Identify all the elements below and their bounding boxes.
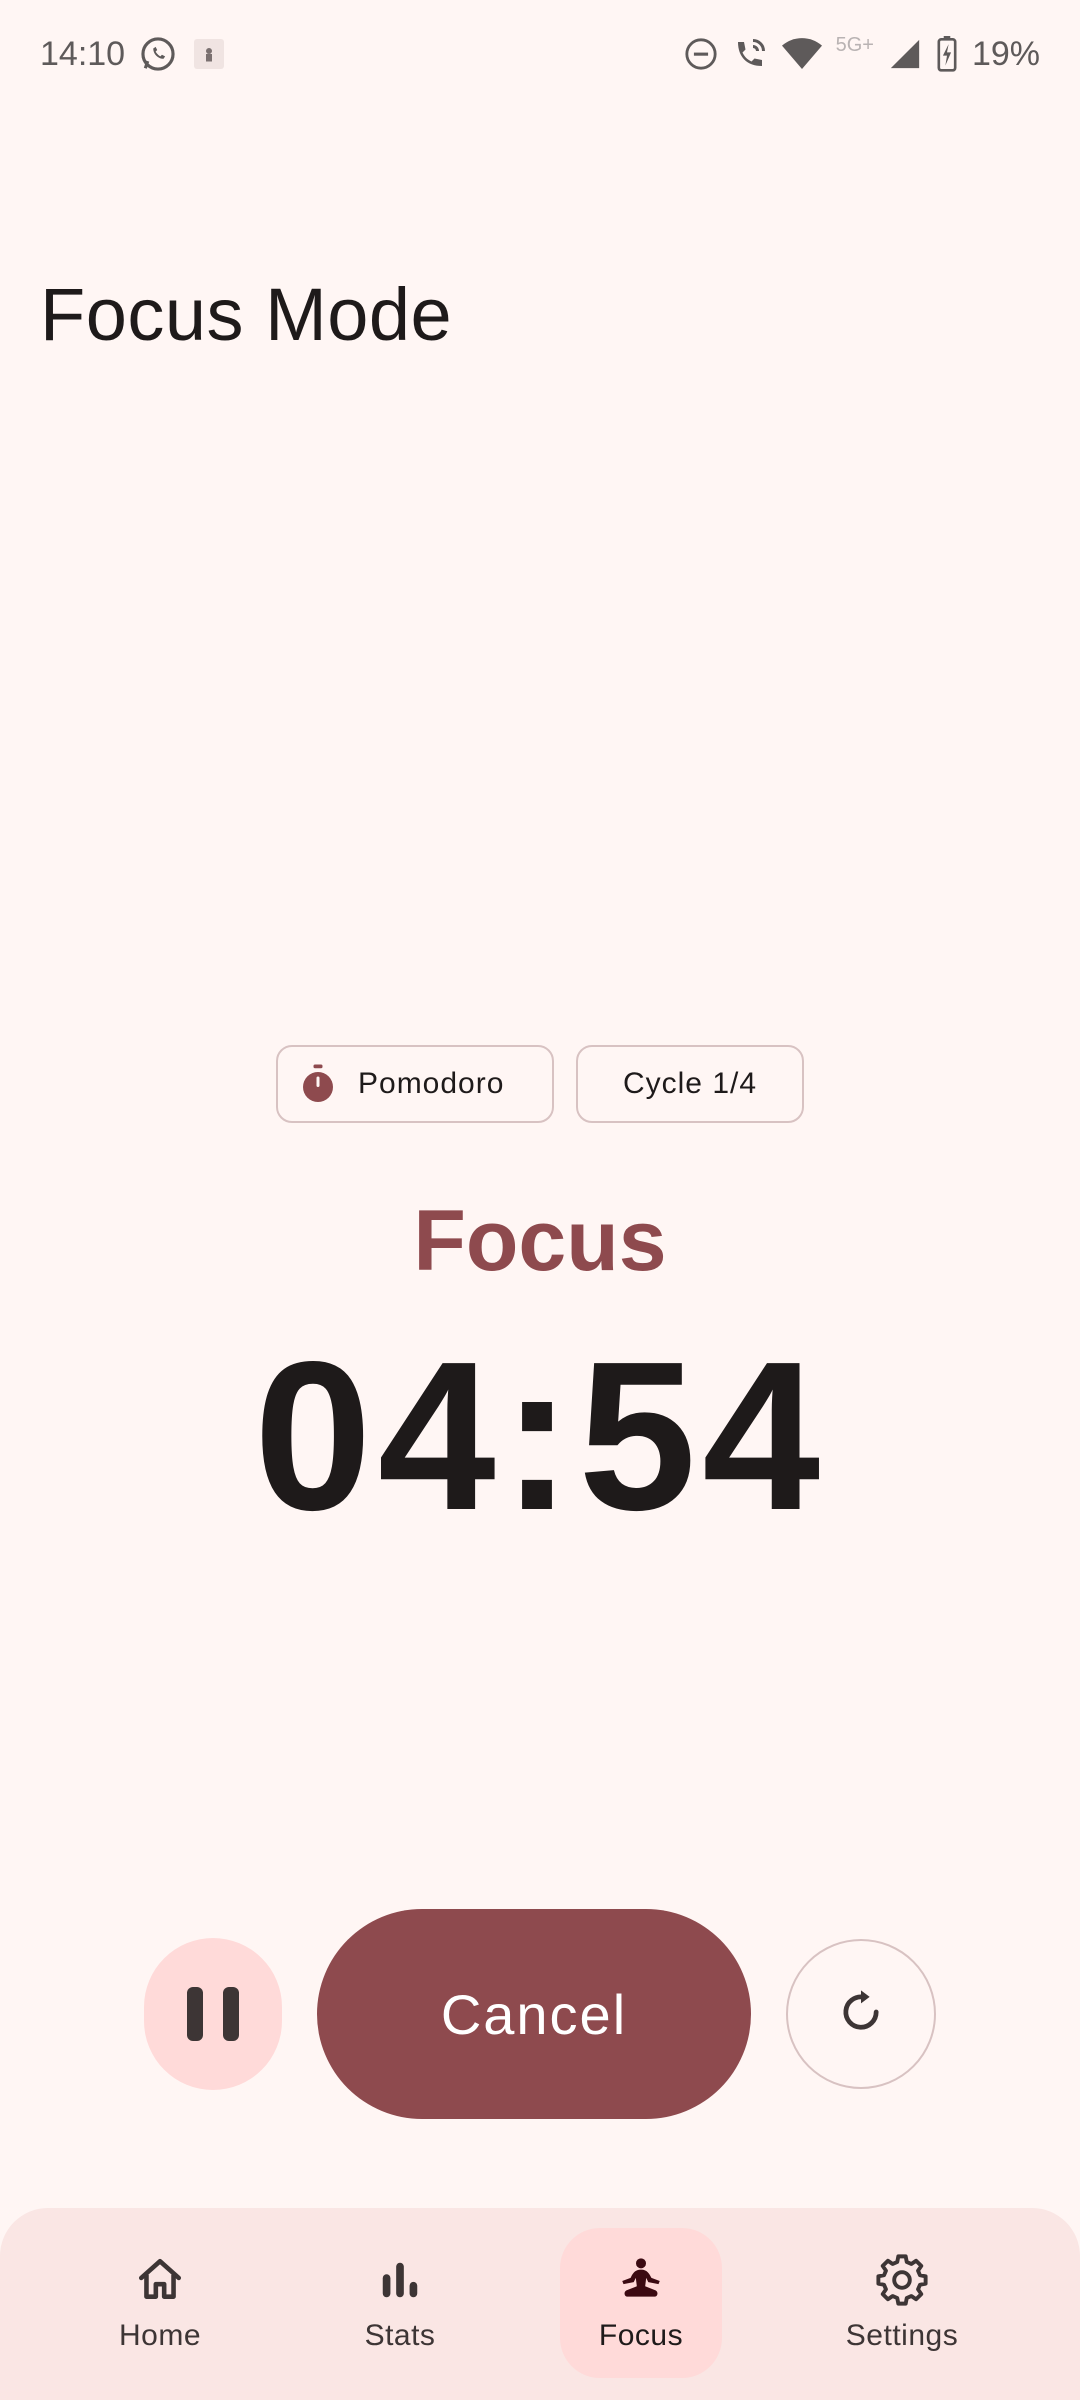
- nav-item-focus[interactable]: Focus: [560, 2228, 722, 2378]
- reset-button[interactable]: [786, 1939, 936, 2089]
- status-bar: 14:10 5G+ 19%: [0, 0, 1080, 108]
- nav-label-settings: Settings: [845, 2319, 959, 2352]
- notification-icon: [191, 36, 227, 72]
- nav-item-settings[interactable]: Settings: [820, 2228, 984, 2378]
- do-not-disturb-icon: [684, 37, 718, 71]
- pomodoro-label: Pomodoro: [358, 1067, 505, 1100]
- timer-icon: [300, 1064, 336, 1104]
- cycle-chip[interactable]: Cycle 1/4: [576, 1045, 804, 1123]
- battery-charging-icon: [936, 36, 958, 72]
- nav-label-stats: Stats: [364, 2319, 436, 2352]
- nav-item-stats[interactable]: Stats: [340, 2228, 460, 2378]
- meditation-icon: [616, 2253, 666, 2307]
- refresh-icon: [835, 1986, 887, 2043]
- signal-icon: [888, 37, 922, 71]
- status-right: 5G+ 19%: [684, 33, 1040, 74]
- pomodoro-chip[interactable]: Pomodoro: [276, 1045, 554, 1123]
- network-type: 5G+: [835, 33, 874, 56]
- whatsapp-icon: [139, 35, 177, 73]
- session-chips: Pomodoro Cycle 1/4: [0, 1045, 1080, 1123]
- wifi-icon: [781, 36, 822, 72]
- nav-item-home[interactable]: Home: [100, 2228, 220, 2378]
- page-title: Focus Mode: [40, 273, 453, 356]
- bar-chart-icon: [377, 2253, 423, 2307]
- status-left: 14:10: [40, 35, 227, 74]
- home-icon: [135, 2253, 185, 2307]
- pause-button[interactable]: [144, 1938, 282, 2090]
- countdown-timer: 04:54: [253, 1317, 827, 1554]
- cycle-label: Cycle 1/4: [622, 1067, 758, 1100]
- wifi-calling-icon: [732, 36, 768, 72]
- battery-percent: 19%: [971, 34, 1040, 73]
- gear-icon: [876, 2253, 928, 2307]
- nav-label-home: Home: [118, 2319, 202, 2352]
- phase-label: Focus: [413, 1193, 667, 1289]
- pause-icon: [187, 1987, 239, 2041]
- nav-label-focus: Focus: [598, 2319, 684, 2352]
- cancel-button[interactable]: Cancel: [317, 1909, 751, 2119]
- status-time: 14:10: [40, 34, 126, 73]
- bottom-navigation: Home Stats Focus Settings: [0, 2208, 1080, 2400]
